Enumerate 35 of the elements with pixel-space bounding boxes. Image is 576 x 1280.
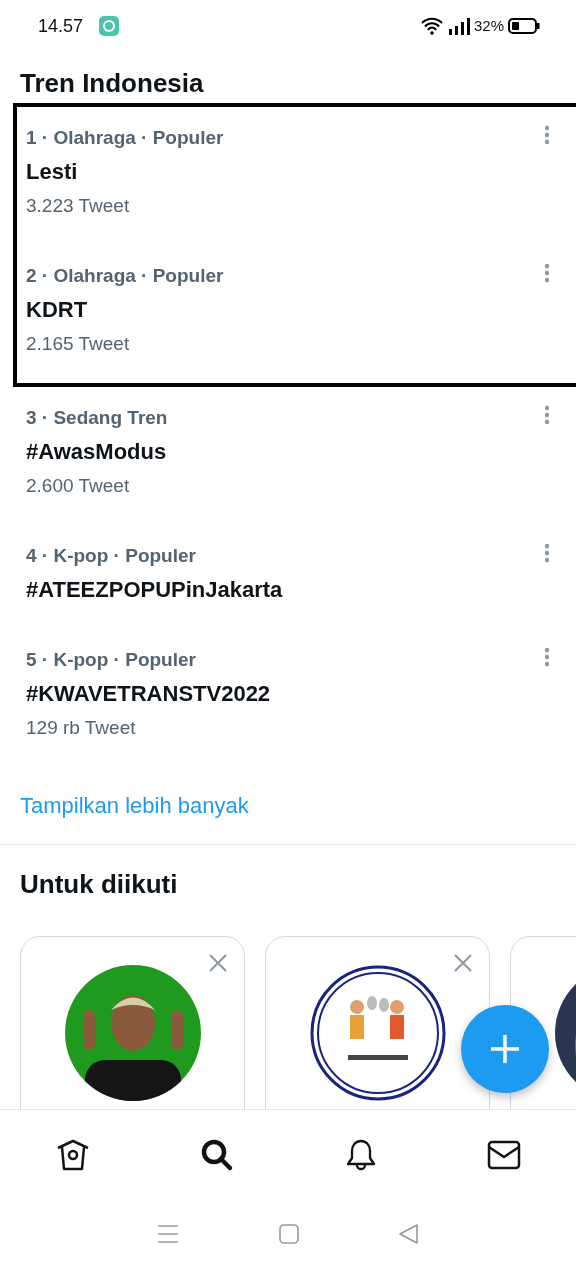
clock-time: 14.57	[38, 14, 84, 38]
search-icon[interactable]	[200, 1137, 235, 1172]
trend-topic: #AwasModus	[26, 438, 167, 467]
battery-percent: 32%	[473, 15, 504, 36]
close-icon[interactable]	[208, 953, 228, 974]
tweet-count: 129 rb Tweet	[26, 716, 136, 741]
show-more-link[interactable]: Tampilkan lebih banyak	[20, 789, 249, 823]
app-notification-icon	[99, 16, 120, 36]
more-options-icon[interactable]	[544, 125, 550, 146]
back-icon[interactable]	[399, 1224, 419, 1245]
section-title: Untuk diikuti	[19, 868, 179, 901]
section-title: Tren Indonesia	[19, 67, 205, 100]
more-options-icon[interactable]	[544, 263, 550, 284]
signal-icon	[447, 17, 470, 35]
trend-category: 3 · Sedang Tren	[26, 406, 168, 431]
more-options-icon[interactable]	[544, 405, 550, 426]
trend-topic: #KWAVETRANSTV2022	[26, 680, 271, 709]
home-square-icon[interactable]	[279, 1224, 299, 1245]
close-icon[interactable]	[453, 953, 473, 974]
wifi-icon	[419, 17, 444, 35]
trend-topic: Lesti	[26, 158, 78, 187]
tweet-count: 2.165 Tweet	[26, 332, 130, 357]
mail-icon[interactable]	[487, 1139, 522, 1170]
trend-topic: #ATEEZPOPUPinJakarta	[26, 576, 283, 605]
battery-icon	[508, 18, 540, 34]
menu-icon[interactable]	[157, 1224, 179, 1245]
trend-category: 4 · K-pop · Populer	[26, 544, 196, 569]
trend-category: 1 · Olahraga · Populer	[26, 126, 224, 151]
tweet-count: 3.223 Tweet	[26, 194, 130, 219]
trend-category: 2 · Olahraga · Populer	[26, 264, 224, 289]
tweet-count: 2.600 Tweet	[26, 474, 130, 499]
trend-topic: KDRT	[26, 296, 88, 325]
more-options-icon[interactable]	[544, 543, 550, 564]
more-options-icon[interactable]	[544, 647, 550, 668]
trend-category: 5 · K-pop · Populer	[26, 648, 196, 673]
